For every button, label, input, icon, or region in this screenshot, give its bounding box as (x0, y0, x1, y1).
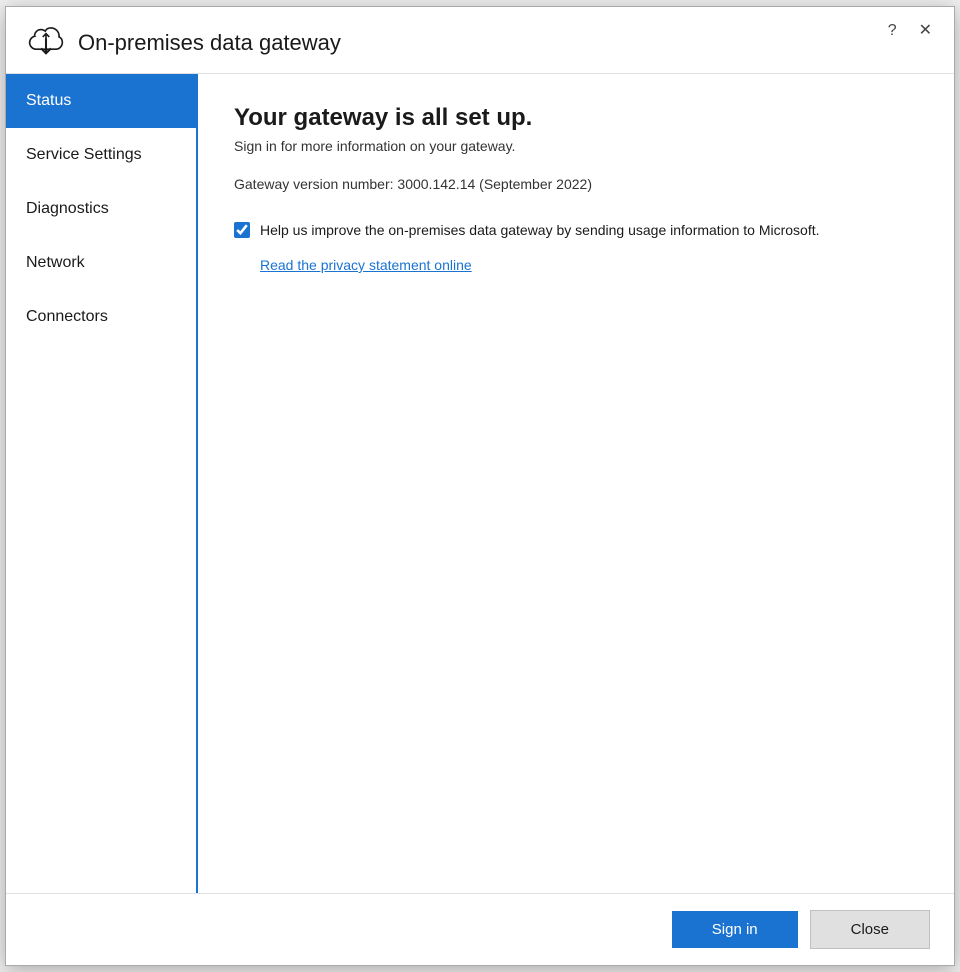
status-subtext: Sign in for more information on your gat… (234, 138, 918, 154)
usage-checkbox-label[interactable]: Help us improve the on-premises data gat… (260, 220, 820, 241)
bottom-bar: Sign in Close (6, 893, 954, 965)
main-content: Status Service Settings Diagnostics Netw… (6, 74, 954, 893)
sidebar-item-status[interactable]: Status (6, 74, 196, 128)
sidebar-item-connectors[interactable]: Connectors (6, 290, 196, 344)
app-title: On-premises data gateway (78, 30, 934, 56)
help-button[interactable]: ? (882, 21, 903, 41)
gateway-version: Gateway version number: 3000.142.14 (Sep… (234, 176, 918, 192)
sidebar-item-network[interactable]: Network (6, 236, 196, 290)
title-bar: On-premises data gateway ? ✕ (6, 7, 954, 74)
window-controls: ? ✕ (882, 21, 938, 41)
usage-checkbox-container[interactable] (234, 222, 250, 243)
close-button[interactable]: Close (810, 910, 930, 949)
app-window: On-premises data gateway ? ✕ Status Serv… (5, 6, 955, 966)
usage-checkbox[interactable] (234, 222, 250, 238)
sign-in-button[interactable]: Sign in (672, 911, 798, 948)
cloud-icon (26, 23, 66, 63)
sidebar-item-diagnostics[interactable]: Diagnostics (6, 182, 196, 236)
usage-checkbox-section: Help us improve the on-premises data gat… (234, 220, 918, 243)
content-area: Your gateway is all set up. Sign in for … (198, 74, 954, 893)
close-window-button[interactable]: ✕ (913, 21, 938, 41)
privacy-link[interactable]: Read the privacy statement online (260, 257, 918, 273)
sidebar: Status Service Settings Diagnostics Netw… (6, 74, 198, 893)
status-heading: Your gateway is all set up. (234, 104, 918, 132)
sidebar-item-service-settings[interactable]: Service Settings (6, 128, 196, 182)
